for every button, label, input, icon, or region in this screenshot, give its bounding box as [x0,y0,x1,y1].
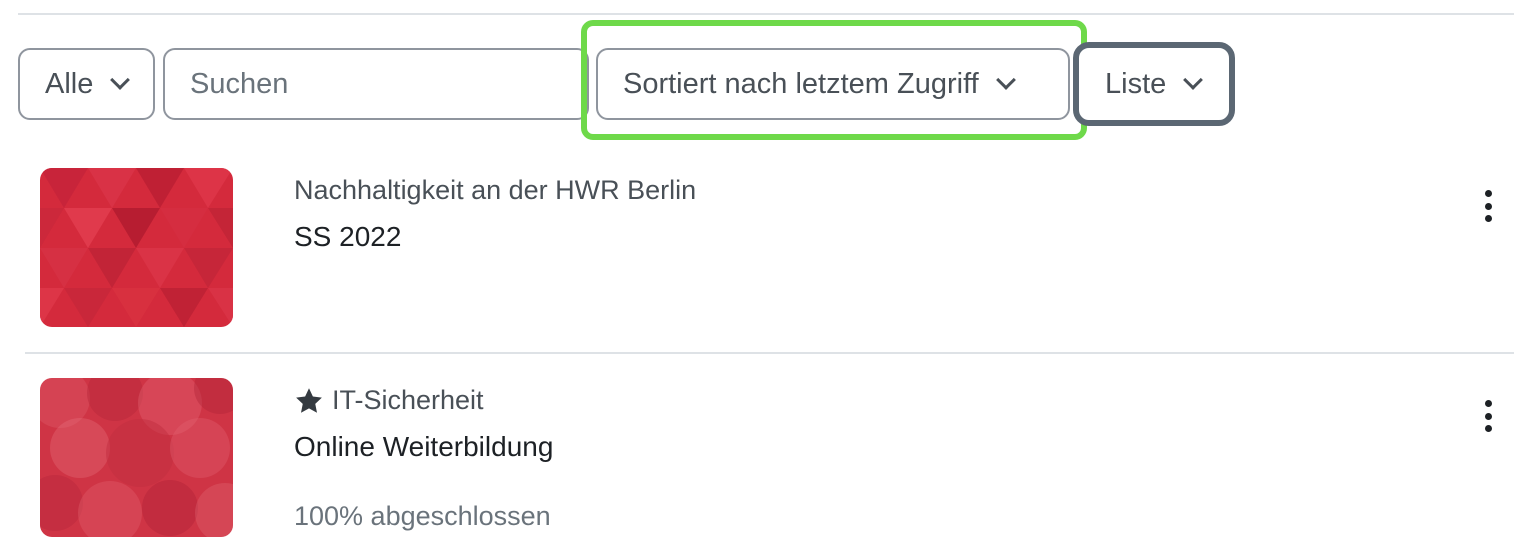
view-dropdown[interactable]: Liste [1073,42,1235,126]
search-field[interactable] [163,48,589,120]
chevron-down-icon [995,70,1016,90]
course-category: IT-Sicherheit [294,385,484,416]
course-thumbnail[interactable] [40,168,233,327]
course-name-link[interactable]: Online Weiterbildung [294,431,553,463]
chevron-down-icon [1183,70,1204,90]
course-thumbnail[interactable] [40,378,233,537]
course-list-item[interactable]: Nachhaltigkeit an der HWR Berlin SS 2022 [25,150,1514,352]
course-progress-text: 100% abgeschlossen [294,501,551,531]
view-dropdown-label: Liste [1105,67,1167,100]
top-divider [18,13,1514,15]
kebab-menu-icon[interactable] [1476,190,1500,222]
search-input[interactable] [190,67,570,101]
triangle-pattern-image [40,168,233,327]
my-courses-overview: Alle Sortiert nach letztem Zugriff Liste [0,0,1531,557]
course-name-link[interactable]: SS 2022 [294,221,401,253]
circle-pattern-image [40,378,233,537]
course-list-item[interactable]: IT-Sicherheit Online Weiterbildung 100% … [25,354,1514,557]
course-category-label: Nachhaltigkeit an der HWR Berlin [294,175,697,205]
chevron-down-icon [110,70,131,90]
course-category: Nachhaltigkeit an der HWR Berlin [294,175,696,206]
grouping-dropdown[interactable]: Alle [18,48,155,120]
star-icon [296,387,322,413]
sort-dropdown[interactable]: Sortiert nach letztem Zugriff [596,48,1070,120]
grouping-dropdown-label: Alle [45,67,94,100]
course-category-label: IT-Sicherheit [332,385,484,415]
kebab-menu-icon[interactable] [1476,400,1500,432]
sort-dropdown-label: Sortiert nach letztem Zugriff [623,67,979,100]
